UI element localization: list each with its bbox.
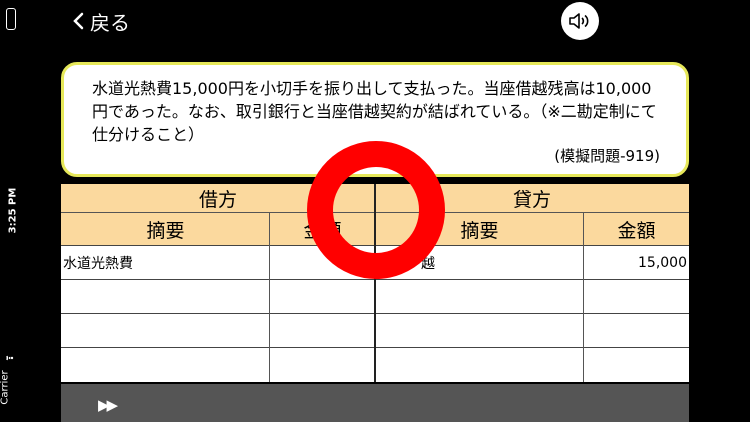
- credit-amount-cell[interactable]: [584, 280, 689, 313]
- credit-amount-cell[interactable]: 15,000: [584, 246, 689, 279]
- back-button[interactable]: 戻る: [72, 6, 130, 36]
- wifi-icon: [6, 355, 14, 361]
- debit-name-cell[interactable]: 水道光熱費: [61, 246, 270, 279]
- credit-amount-cell[interactable]: [584, 348, 689, 381]
- credit-amount-header: 金額: [617, 219, 656, 242]
- chevron-left-icon: [73, 12, 84, 30]
- battery-icon: [6, 8, 16, 30]
- credit-amount-cell[interactable]: [584, 314, 689, 347]
- debit-name-cell[interactable]: [61, 314, 270, 347]
- debit-amount-cell[interactable]: [270, 348, 375, 381]
- status-time: 3:25 PM: [7, 187, 19, 234]
- credit-name-cell[interactable]: [375, 314, 584, 347]
- question-id: (模擬問題-919): [554, 147, 660, 165]
- status-carrier: Carrier: [0, 370, 11, 405]
- back-label: 戻る: [90, 10, 130, 35]
- credit-name-cell[interactable]: [375, 280, 584, 313]
- debit-name-header: 摘要: [146, 219, 185, 242]
- debit-amount-cell[interactable]: [270, 314, 375, 347]
- debit-name-cell[interactable]: [61, 348, 270, 381]
- correct-circle-icon: [307, 141, 445, 279]
- debit-name-cell[interactable]: [61, 280, 270, 313]
- question-text: 水道光熱費15,000円を小切手を振り出して支払った。当座借越残高は10,000…: [92, 79, 657, 144]
- next-button[interactable]: ▶▶: [98, 396, 118, 414]
- footer-bar: ▶▶: [61, 384, 689, 422]
- speaker-button[interactable]: [561, 2, 599, 40]
- credit-name-cell[interactable]: [375, 348, 584, 381]
- status-bar: 3:25 PM Carrier: [0, 0, 22, 422]
- speaker-icon: [569, 13, 589, 29]
- debit-amount-cell[interactable]: [270, 280, 375, 313]
